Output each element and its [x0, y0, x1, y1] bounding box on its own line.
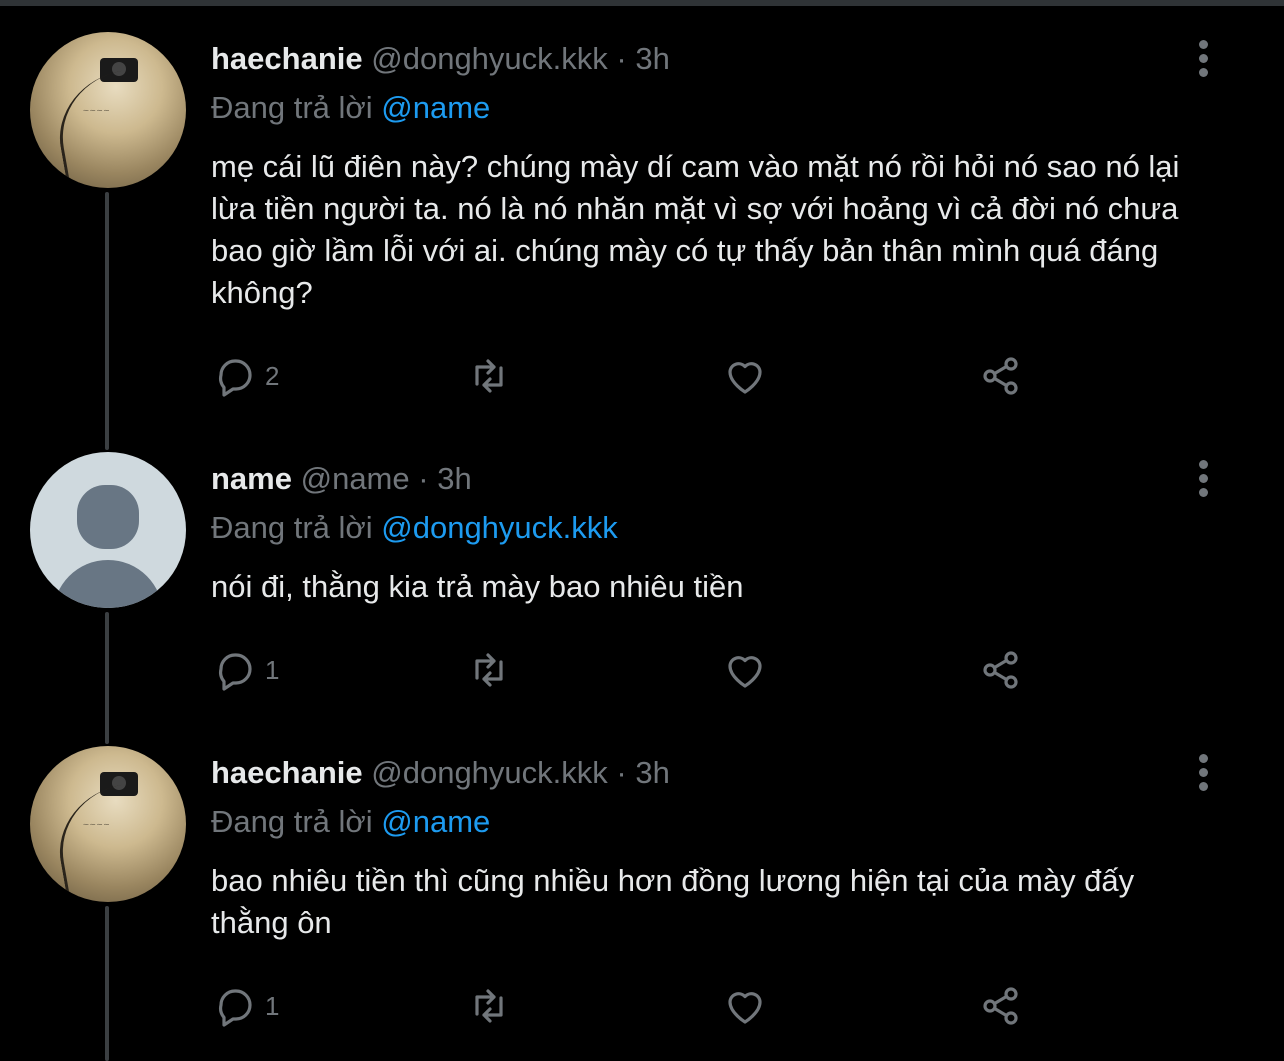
- tweet-text: mẹ cái lũ điên này? chúng mày dí cam vào…: [211, 149, 1180, 310]
- avatar-detail: [49, 62, 186, 188]
- default-avatar-head: [77, 485, 139, 549]
- display-name[interactable]: name: [211, 461, 292, 496]
- share-icon: [983, 987, 1018, 1025]
- separator: ·: [616, 755, 627, 790]
- retweet-icon: [475, 989, 503, 1023]
- mention-link[interactable]: @name: [381, 90, 490, 125]
- tweet-header: haechanie @donghyuck.kkk · 3h: [211, 40, 670, 78]
- retweet-button[interactable]: [465, 982, 513, 1030]
- display-name[interactable]: haechanie: [211, 755, 363, 790]
- share-button[interactable]: [977, 646, 1025, 694]
- timestamp[interactable]: 3h: [635, 755, 669, 790]
- avatar-detail: ~~~~: [82, 818, 110, 829]
- handle[interactable]: @donghyuck.kkk: [371, 755, 608, 790]
- avatar-detail: ~~~~: [82, 104, 110, 115]
- like-icon: [728, 992, 762, 1024]
- share-button[interactable]: [977, 352, 1025, 400]
- more-icon[interactable]: [1190, 460, 1216, 500]
- tweet-header: haechanie @donghyuck.kkk · 3h: [211, 754, 670, 792]
- mention-link[interactable]: @donghyuck.kkk: [381, 510, 618, 545]
- reply-icon: [219, 653, 252, 691]
- avatar[interactable]: [30, 452, 186, 608]
- retweet-icon: [475, 653, 503, 687]
- like-button[interactable]: [721, 982, 769, 1030]
- tweet[interactable]: name @name · 3h Đang trả lời @donghyuck.…: [0, 440, 1284, 740]
- reply-count: 1: [265, 654, 280, 685]
- action-bar: 2: [211, 352, 1221, 400]
- reply-prefix: Đang trả lời: [211, 510, 373, 545]
- action-bar: 1: [211, 982, 1221, 1030]
- separator: ·: [418, 461, 429, 496]
- retweet-button[interactable]: [465, 352, 513, 400]
- reply-context: Đang trả lời @name: [211, 89, 490, 127]
- like-button[interactable]: [721, 646, 769, 694]
- reply-prefix: Đang trả lời: [211, 804, 373, 839]
- like-button[interactable]: [721, 352, 769, 400]
- reply-button[interactable]: 1: [211, 982, 279, 1030]
- reply-count: 2: [265, 360, 280, 391]
- like-icon: [728, 656, 762, 688]
- reply-count: 1: [265, 990, 280, 1021]
- tweet-header: name @name · 3h: [211, 460, 472, 498]
- share-icon: [983, 357, 1018, 395]
- reply-icon: [219, 989, 252, 1027]
- more-icon[interactable]: [1190, 40, 1216, 80]
- tweet-text: bao nhiêu tiền thì cũng nhiều hơn đồng l…: [211, 863, 1135, 940]
- reply-button[interactable]: 1: [211, 646, 279, 694]
- more-icon[interactable]: [1190, 754, 1216, 794]
- separator: ·: [616, 41, 627, 76]
- display-name[interactable]: haechanie: [211, 41, 363, 76]
- handle[interactable]: @name: [301, 461, 410, 496]
- share-button[interactable]: [977, 982, 1025, 1030]
- timestamp[interactable]: 3h: [635, 41, 669, 76]
- timestamp[interactable]: 3h: [437, 461, 471, 496]
- avatar[interactable]: ~~~~: [30, 32, 186, 188]
- avatar[interactable]: ~~~~: [30, 746, 186, 902]
- default-avatar-body: [53, 560, 163, 608]
- reply-context: Đang trả lời @donghyuck.kkk: [211, 509, 618, 547]
- handle[interactable]: @donghyuck.kkk: [371, 41, 608, 76]
- share-icon: [983, 651, 1018, 689]
- reply-button[interactable]: 2: [211, 352, 279, 400]
- reply-icon: [219, 359, 252, 397]
- reply-context: Đang trả lời @name: [211, 803, 490, 841]
- tweet-text: nói đi, thằng kia trả mày bao nhiêu tiền: [211, 569, 744, 604]
- tweet[interactable]: ~~~~ haechanie @donghyuck.kkk · 3h Đang …: [0, 740, 1284, 1061]
- avatar-detail: [49, 776, 186, 902]
- tweet[interactable]: ~~~~ haechanie @donghyuck.kkk · 3h Đang …: [0, 0, 1284, 440]
- retweet-button[interactable]: [465, 646, 513, 694]
- like-icon: [728, 362, 762, 394]
- reply-prefix: Đang trả lời: [211, 90, 373, 125]
- retweet-icon: [475, 359, 503, 393]
- action-bar: 1: [211, 646, 1221, 694]
- mention-link[interactable]: @name: [381, 804, 490, 839]
